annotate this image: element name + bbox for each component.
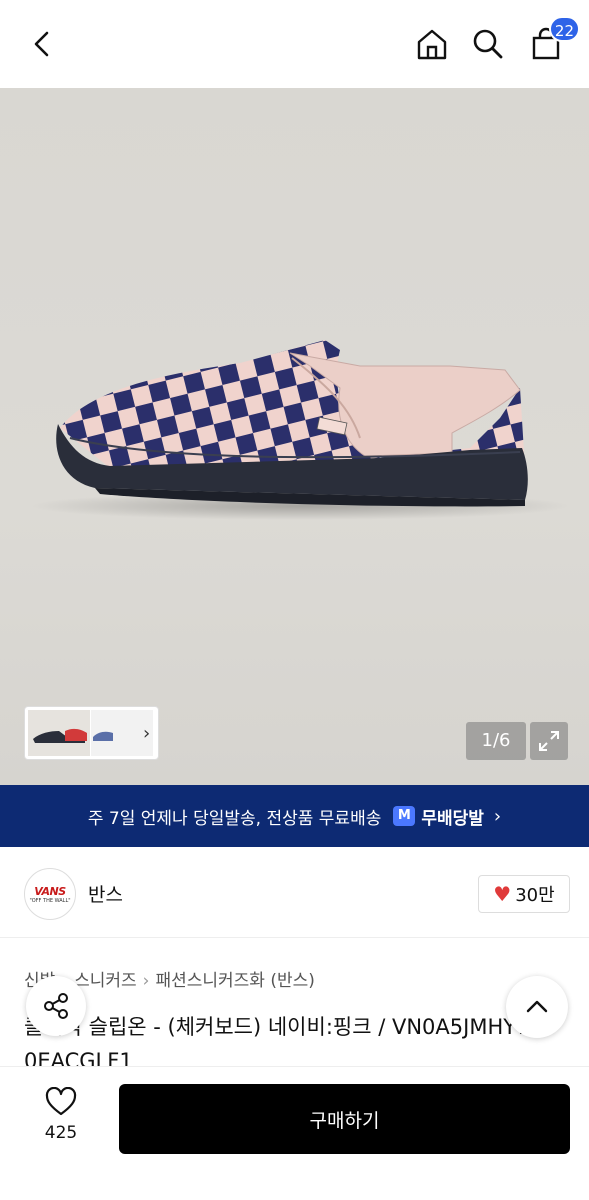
shipping-banner[interactable]: 주 7일 언제나 당일발송, 전상품 무료배송 M 무배당발 › — [0, 785, 589, 847]
breadcrumb-separator: › — [142, 971, 150, 991]
product-image-gallery[interactable]: › 1/6 — [0, 88, 589, 785]
shipping-brand-label: 무배당발 — [421, 808, 484, 829]
heart-outline-icon — [45, 1086, 77, 1116]
brand-logo-text: VANS — [34, 884, 66, 898]
chevron-right-icon: › — [493, 805, 502, 827]
scroll-top-button[interactable] — [506, 976, 568, 1038]
thumbnail-next-icon: › — [143, 723, 150, 744]
heart-filled-icon: ♥ — [493, 882, 512, 906]
brand-logo-tagline: "OFF THE WALL" — [29, 897, 71, 904]
chevron-left-icon — [34, 31, 49, 57]
cart-count-badge: 22 — [548, 16, 580, 42]
breadcrumb-item[interactable]: 스니커즈 — [74, 971, 137, 991]
search-button[interactable] — [466, 22, 510, 66]
home-button[interactable] — [410, 22, 454, 66]
share-icon — [44, 993, 68, 1019]
search-icon — [473, 29, 503, 59]
buy-button[interactable]: 구매하기 — [119, 1084, 570, 1154]
brand-like-count: 30만 — [515, 885, 555, 906]
home-icon — [417, 29, 447, 60]
chevron-up-icon — [526, 1000, 548, 1013]
brand-logo[interactable]: VANS "OFF THE WALL" — [24, 868, 76, 920]
cart-button[interactable]: 22 — [524, 16, 580, 66]
image-counter: 1/6 — [466, 722, 526, 760]
thumbnail-strip[interactable]: › — [24, 706, 159, 760]
brand-like-button[interactable]: ♥ 30만 — [478, 875, 570, 913]
product-title: 클래식 슬립온 - (체커보드) 네이비:핑크 / VN0A5JMHY7V 0E… — [24, 1015, 544, 1070]
expand-button[interactable] — [530, 722, 568, 760]
back-button[interactable] — [20, 22, 64, 66]
mubae-logo-icon: M — [393, 806, 416, 826]
wishlist-button[interactable]: 425 — [28, 1086, 94, 1143]
bottom-action-bar: 425 구매하기 — [0, 1066, 589, 1200]
wishlist-count: 425 — [44, 1123, 78, 1143]
brand-row: VANS "OFF THE WALL" 반스 ♥ 30만 — [0, 850, 589, 938]
share-button[interactable] — [26, 976, 86, 1036]
product-image — [30, 340, 570, 520]
app-header: 22 — [0, 0, 589, 88]
breadcrumb-item[interactable]: 패션스니커즈화 (반스) — [155, 971, 314, 991]
shipping-banner-text: 주 7일 언제나 당일발송, 전상품 무료배송 — [87, 808, 382, 829]
thumbnail-images: › — [28, 710, 153, 756]
brand-name[interactable]: 반스 — [88, 880, 123, 907]
expand-icon — [539, 731, 559, 751]
